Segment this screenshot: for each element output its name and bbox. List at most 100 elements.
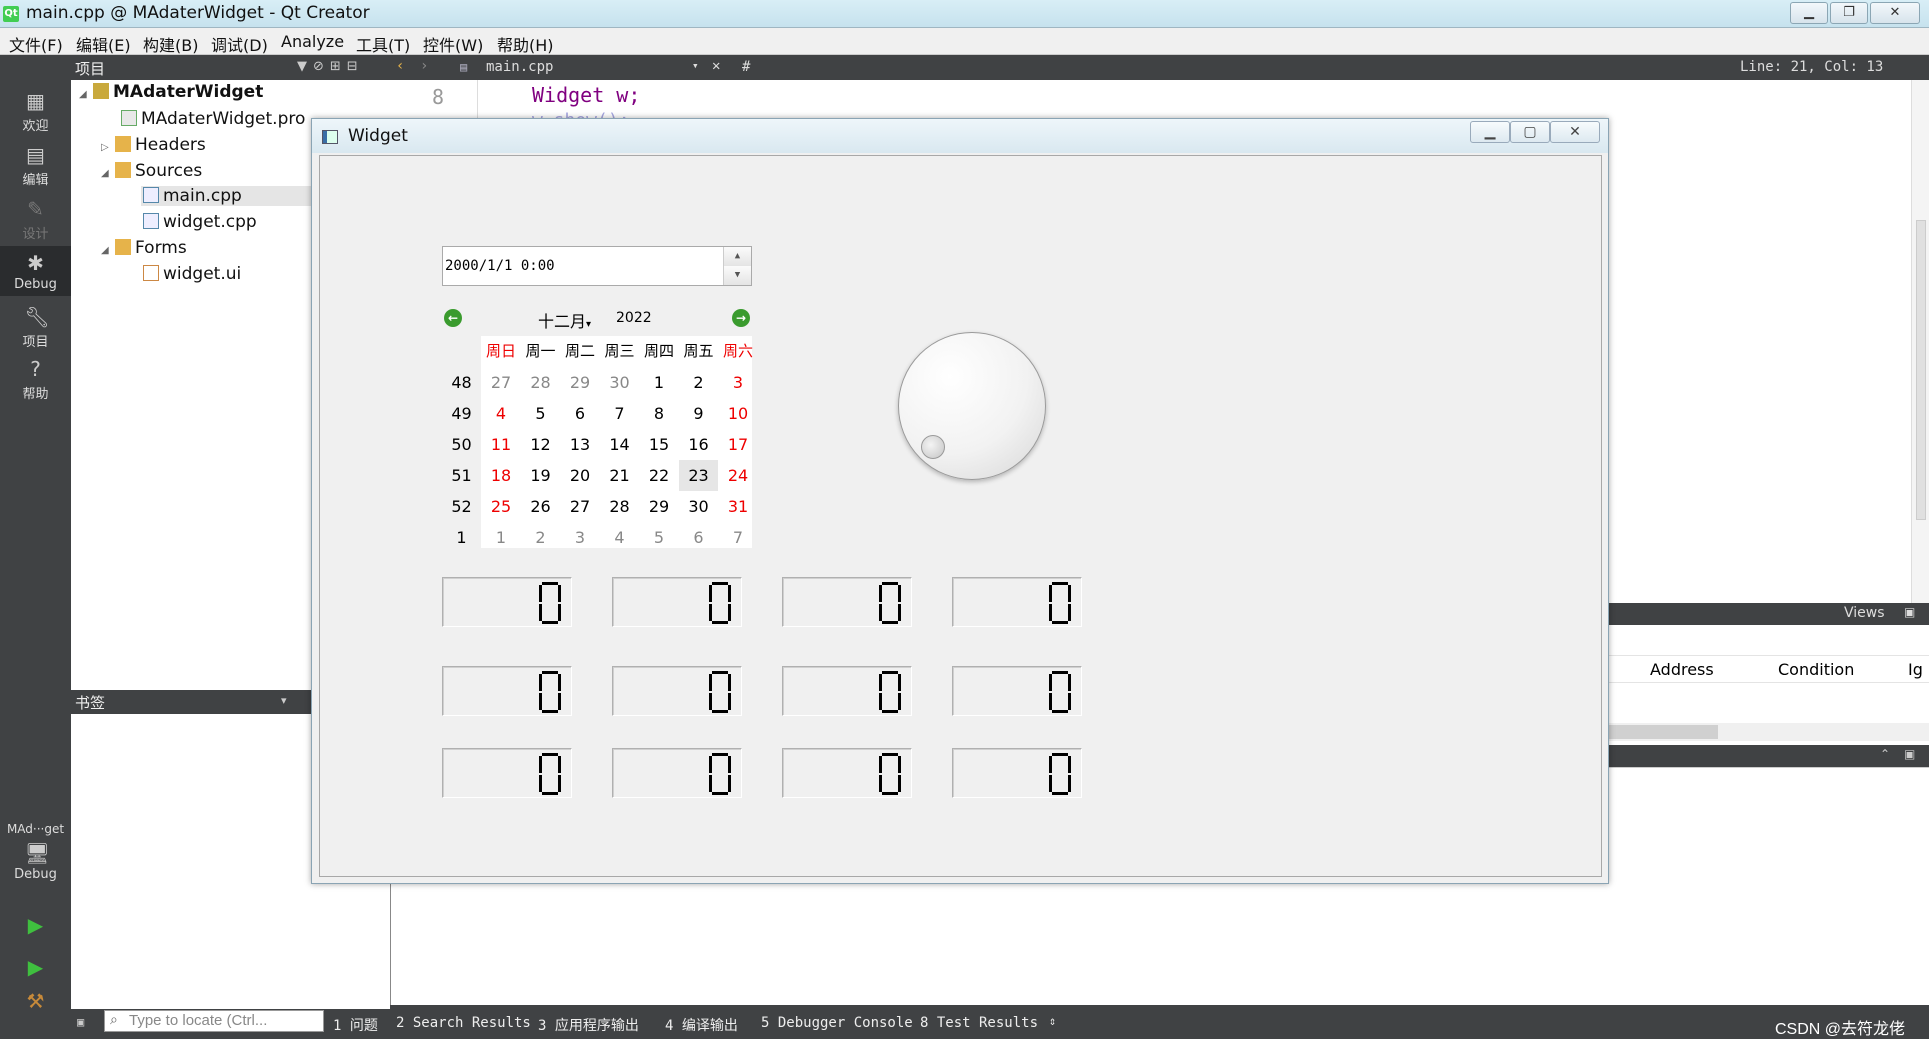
widget-minimize-button[interactable]: ▁ xyxy=(1470,121,1510,143)
calendar-day[interactable]: 20 xyxy=(561,460,600,491)
mode-design[interactable]: ✎ 设计 xyxy=(0,198,71,242)
widget-maximize-button[interactable]: ▢ xyxy=(1510,121,1550,143)
calendar-day[interactable]: 21 xyxy=(600,460,639,491)
prev-month-button[interactable]: ← xyxy=(444,309,462,327)
menu-edit[interactable]: 编辑(E) xyxy=(76,32,131,56)
close-file-icon[interactable]: ✕ xyxy=(712,58,720,74)
tree-item-widget-ui[interactable]: widget.ui xyxy=(143,264,241,284)
menu-file[interactable]: 文件(F) xyxy=(9,32,63,56)
float-icon[interactable]: ▣ xyxy=(1904,747,1915,761)
datetime-edit[interactable]: 2000/1/1 0:00 ▲ ▼ xyxy=(442,246,752,286)
calendar-day[interactable]: 3 xyxy=(719,367,758,398)
tab-application-output[interactable]: 3 应用程序输出 xyxy=(538,1015,639,1035)
file-dropdown-icon[interactable]: ▾ xyxy=(692,59,699,72)
debug-run-button[interactable]: ▶ xyxy=(0,956,71,981)
tab-issues[interactable]: 1 问题 xyxy=(333,1015,378,1035)
calendar-day[interactable]: 30 xyxy=(679,491,718,522)
dial[interactable] xyxy=(898,332,1046,480)
locator-input[interactable]: Type to locate (Ctrl... xyxy=(104,1010,324,1032)
calendar-day[interactable]: 30 xyxy=(600,367,639,398)
tab-debugger-console[interactable]: 5 Debugger Console xyxy=(761,1015,913,1031)
calendar-day[interactable]: 28 xyxy=(600,491,639,522)
column-header-condition[interactable]: Condition xyxy=(1778,660,1854,679)
close-button[interactable]: ✕ xyxy=(1870,2,1920,24)
calendar-day[interactable]: 14 xyxy=(600,429,639,460)
calendar-day[interactable]: 18 xyxy=(482,460,521,491)
calendar-day[interactable]: 24 xyxy=(719,460,758,491)
month-selector[interactable]: 十二月▾ xyxy=(538,308,591,332)
menu-analyze[interactable]: Analyze xyxy=(281,32,344,51)
calendar-day[interactable]: 10 xyxy=(719,398,758,429)
tab-test-results[interactable]: 8 Test Results xyxy=(920,1015,1038,1031)
restore-button[interactable]: ❐ xyxy=(1830,2,1868,24)
dropdown-icon[interactable]: ▾ xyxy=(281,694,287,707)
calendar-day[interactable]: 27 xyxy=(561,491,600,522)
calendar-day[interactable]: 2 xyxy=(679,367,718,398)
tree-item-sources[interactable]: ◢ Sources xyxy=(101,161,202,181)
calendar-day[interactable]: 6 xyxy=(561,398,600,429)
tree-item-headers[interactable]: ▷ Headers xyxy=(101,135,206,155)
calendar-day[interactable]: 9 xyxy=(679,398,718,429)
mode-help[interactable]: ? 帮助 xyxy=(0,358,71,402)
horizontal-scrollbar[interactable] xyxy=(1604,723,1929,741)
widget-close-button[interactable]: ✕ xyxy=(1550,121,1600,143)
year-selector[interactable]: 2022 xyxy=(616,310,652,326)
calendar-day[interactable]: 2 xyxy=(521,522,560,553)
minimize-button[interactable]: ▁ xyxy=(1790,2,1828,24)
build-button[interactable]: ⚒ xyxy=(0,990,71,1015)
tree-item-widget-cpp[interactable]: widget.cpp xyxy=(143,212,257,232)
calendar-day[interactable]: 13 xyxy=(561,429,600,460)
mode-debug[interactable]: ✱ Debug xyxy=(0,246,71,296)
spin-down-button[interactable]: ▼ xyxy=(723,266,751,285)
calendar-day[interactable]: 16 xyxy=(679,429,718,460)
calendar-day[interactable]: 12 xyxy=(521,429,560,460)
calendar-day[interactable]: 1 xyxy=(640,367,679,398)
mode-projects[interactable]: 🔧︎ 项目 xyxy=(0,306,71,350)
calendar-day[interactable]: 3 xyxy=(561,522,600,553)
calendar-day[interactable]: 19 xyxy=(521,460,560,491)
calendar-day[interactable]: 17 xyxy=(719,429,758,460)
calendar-day[interactable]: 23 xyxy=(679,460,718,491)
symbol-selector[interactable]: # xyxy=(742,59,750,75)
dial-handle[interactable] xyxy=(921,435,945,459)
tree-item-pro-file[interactable]: MAdaterWidget.pro xyxy=(121,109,305,129)
calendar-day[interactable]: 26 xyxy=(521,491,560,522)
column-header-ignore[interactable]: Ig xyxy=(1908,660,1923,679)
mode-edit[interactable]: ▤ 编辑 xyxy=(0,144,71,188)
calendar-day[interactable]: 5 xyxy=(521,398,560,429)
calendar-day[interactable]: 1 xyxy=(482,522,521,553)
spin-up-button[interactable]: ▲ xyxy=(723,247,751,266)
views-label[interactable]: Views xyxy=(1844,605,1885,621)
float-icon[interactable]: ▣ xyxy=(1904,605,1915,619)
calendar-day[interactable]: 4 xyxy=(600,522,639,553)
editor-scrollbar[interactable] xyxy=(1911,80,1929,605)
menu-controls[interactable]: 控件(W) xyxy=(423,32,483,56)
back-icon[interactable]: ‹ xyxy=(396,58,404,74)
calendar-day[interactable]: 15 xyxy=(640,429,679,460)
forward-icon[interactable]: › xyxy=(420,58,428,74)
calendar-day[interactable]: 29 xyxy=(640,491,679,522)
calendar-day[interactable]: 28 xyxy=(521,367,560,398)
calendar-day[interactable]: 11 xyxy=(482,429,521,460)
calendar-day[interactable]: 7 xyxy=(600,398,639,429)
calendar-day[interactable]: 31 xyxy=(719,491,758,522)
menu-help[interactable]: 帮助(H) xyxy=(497,32,554,56)
tree-item-project[interactable]: ◢ MAdaterWidget xyxy=(79,82,263,102)
calendar-day[interactable]: 27 xyxy=(482,367,521,398)
more-tabs-icon[interactable]: ⇕ xyxy=(1049,1014,1056,1028)
mode-welcome[interactable]: ▦ 欢迎 xyxy=(0,90,71,134)
tree-item-forms[interactable]: ◢ Forms xyxy=(101,238,187,258)
tab-search-results[interactable]: 2 Search Results xyxy=(396,1015,531,1031)
file-tab[interactable]: main.cpp xyxy=(486,59,553,75)
calendar-day[interactable]: 7 xyxy=(719,522,758,553)
kit-selector[interactable]: 🖥︎ Debug xyxy=(0,842,71,882)
calendar-day[interactable]: 4 xyxy=(482,398,521,429)
calendar-day[interactable]: 6 xyxy=(679,522,718,553)
project-pane-tools[interactable]: ▼⊘⊞⊟ xyxy=(297,59,364,74)
collapse-icon[interactable]: ⌃ xyxy=(1880,747,1890,761)
calendar-day[interactable]: 8 xyxy=(640,398,679,429)
menu-tools[interactable]: 工具(T) xyxy=(356,32,410,56)
calendar-day[interactable]: 5 xyxy=(640,522,679,553)
menu-build[interactable]: 构建(B) xyxy=(143,32,198,56)
sidebar-toggle-icon[interactable]: ▣ xyxy=(77,1015,84,1029)
